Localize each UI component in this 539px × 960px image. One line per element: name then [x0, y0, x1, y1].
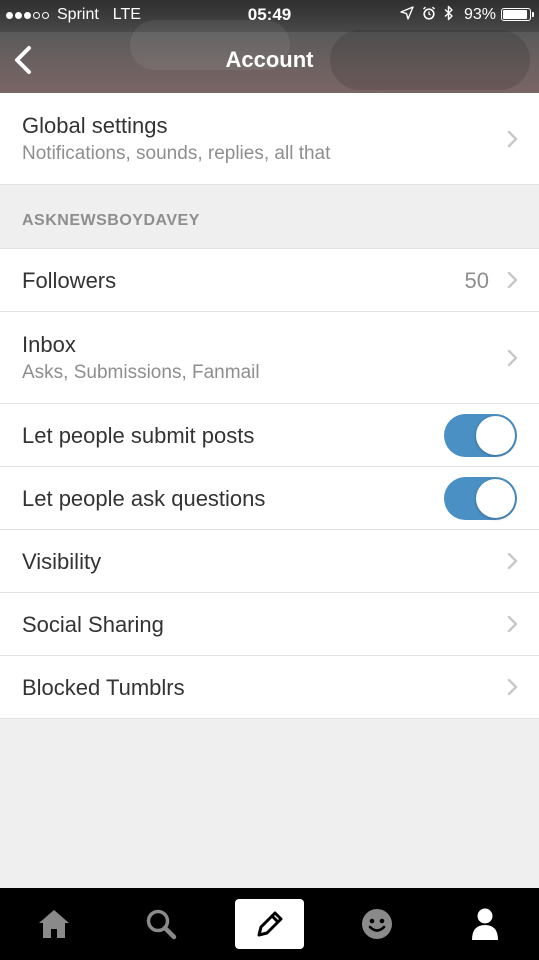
social-sharing-title: Social Sharing — [22, 612, 164, 637]
tab-compose[interactable] — [235, 899, 304, 949]
toggle-knob — [476, 416, 515, 455]
chevron-right-icon — [507, 615, 518, 633]
tab-home[interactable] — [14, 888, 94, 960]
ask-questions-title: Let people ask questions — [22, 486, 266, 511]
activity-icon — [362, 909, 392, 939]
social-sharing-row[interactable]: Social Sharing — [0, 593, 539, 656]
battery-level — [503, 10, 528, 19]
global-settings-title: Global settings — [22, 113, 168, 138]
toggle-knob — [476, 479, 515, 518]
tab-account[interactable] — [445, 888, 525, 960]
chevron-right-icon — [507, 349, 518, 367]
global-settings-subtitle: Notifications, sounds, replies, all that — [22, 143, 331, 164]
inbox-title: Inbox — [22, 332, 76, 357]
search-icon — [146, 909, 177, 940]
blocked-tumblrs-title: Blocked Tumblrs — [22, 675, 185, 700]
settings-list: Global settings Notifications, sounds, r… — [0, 93, 539, 719]
blog-section-header: ASKNEWSBOYDAVEY — [0, 185, 539, 249]
header: Sprint LTE 05:49 93% Account — [0, 0, 539, 93]
compose-icon — [257, 911, 282, 937]
visibility-title: Visibility — [22, 549, 102, 574]
chevron-right-icon — [507, 678, 518, 696]
followers-row[interactable]: Followers 50 — [0, 249, 539, 312]
tab-search[interactable] — [121, 888, 201, 960]
ask-questions-row: Let people ask questions — [0, 467, 539, 530]
visibility-row[interactable]: Visibility — [0, 530, 539, 593]
chevron-right-icon — [507, 552, 518, 570]
tab-bar — [0, 888, 539, 960]
submit-posts-title: Let people submit posts — [22, 423, 255, 448]
alarm-icon — [422, 6, 436, 23]
location-icon — [400, 6, 414, 23]
status-bar: Sprint LTE 05:49 93% — [0, 0, 539, 30]
bluetooth-icon — [444, 5, 454, 24]
account-icon — [472, 908, 498, 940]
blog-name: ASKNEWSBOYDAVEY — [22, 212, 200, 229]
battery-icon — [501, 8, 534, 21]
submit-posts-row: Let people submit posts — [0, 404, 539, 467]
page-title: Account — [225, 47, 314, 72]
chevron-right-icon — [507, 271, 518, 289]
home-icon — [39, 910, 69, 938]
chevron-right-icon — [507, 130, 518, 148]
inbox-subtitle: Asks, Submissions, Fanmail — [22, 362, 260, 383]
inbox-row[interactable]: Inbox Asks, Submissions, Fanmail — [0, 312, 539, 404]
status-right: 93% — [392, 5, 534, 24]
tab-activity[interactable] — [337, 888, 417, 960]
followers-title: Followers — [22, 268, 117, 293]
blocked-tumblrs-row[interactable]: Blocked Tumblrs — [0, 656, 539, 719]
battery-percent: 93% — [463, 5, 496, 23]
ask-questions-toggle[interactable] — [444, 477, 517, 520]
global-settings-row[interactable]: Global settings Notifications, sounds, r… — [0, 93, 539, 185]
nav-bar: Account — [0, 32, 539, 90]
submit-posts-toggle[interactable] — [444, 414, 517, 457]
followers-count: 50 — [464, 268, 489, 293]
